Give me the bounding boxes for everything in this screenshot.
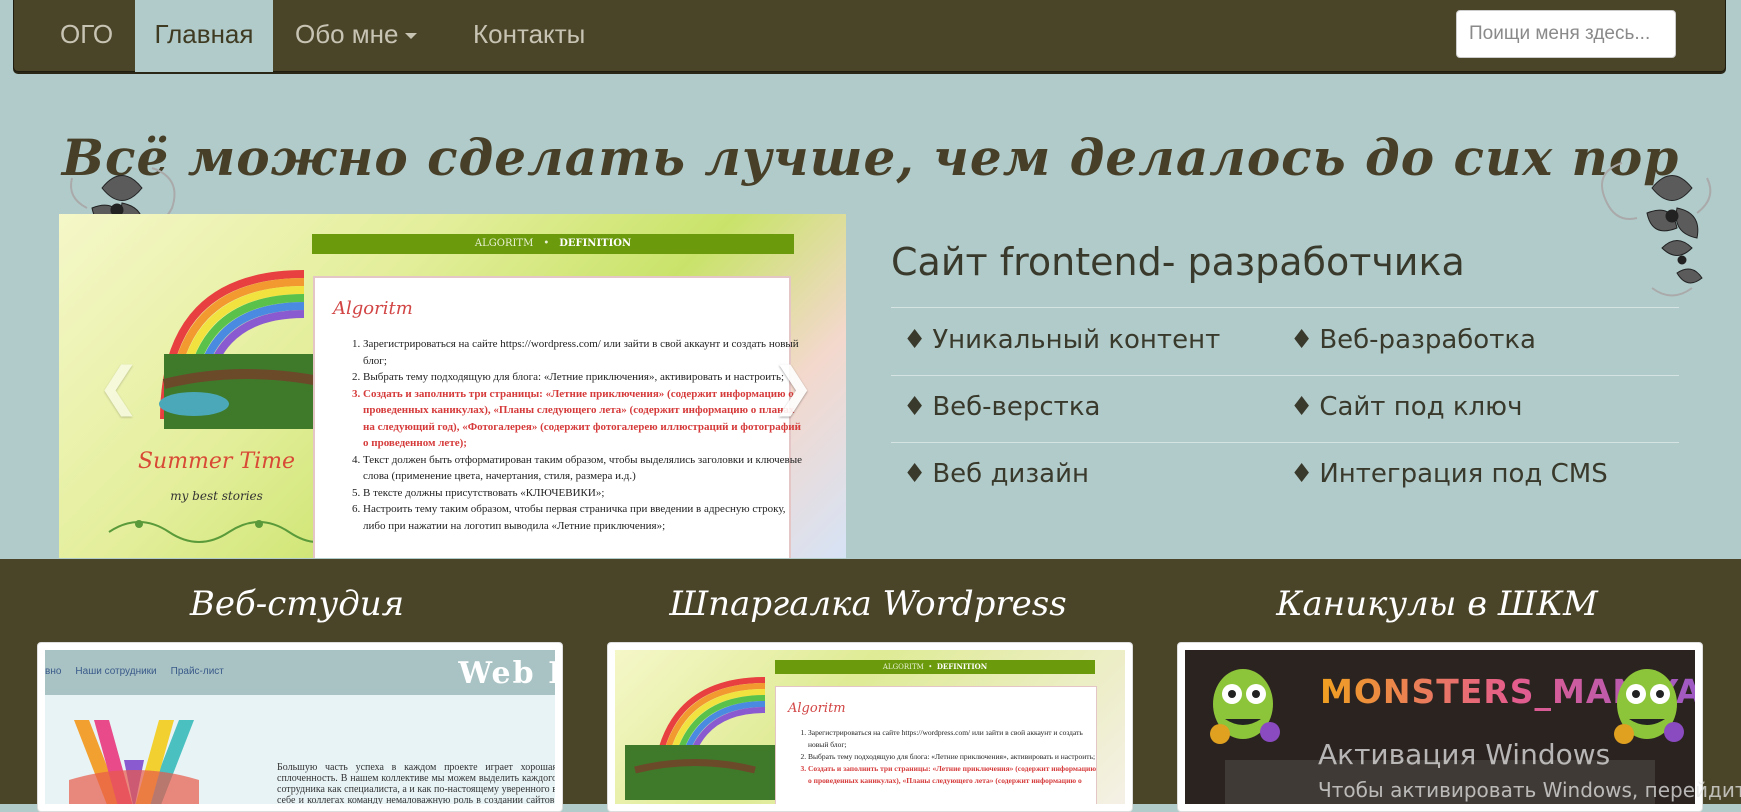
divider	[891, 375, 1679, 376]
monster-icon	[1614, 669, 1684, 744]
rainbow-illustration	[625, 677, 775, 800]
divider	[891, 307, 1679, 308]
monster-icon	[1210, 669, 1280, 744]
portfolio-card-web-studio[interactable]: вно Наши сотрудники Прайс-лист Web R Больш…	[37, 642, 563, 812]
list-item: Зарегистрироваться на сайте https://word…	[363, 336, 803, 369]
diamond-icon: ♦	[903, 325, 927, 355]
list-item: Текст должен быть отформатирован таким о…	[363, 452, 803, 485]
menu-item: вно	[45, 666, 62, 677]
diamond-icon: ♦	[1290, 459, 1314, 489]
card-doc-heading: Algoritm	[788, 701, 846, 716]
card-title-web-studio[interactable]: Веб-студия	[37, 584, 557, 624]
list-item: В тексте должны присутствовать «КЛЮЧЕВИК…	[363, 485, 803, 502]
feature-label: Веб дизайн	[932, 459, 1089, 489]
feature-label: Веб-верстка	[932, 392, 1101, 422]
feature-item: ♦ Интеграция под CMS	[1290, 459, 1608, 489]
feature-item: ♦ Сайт под ключ	[1290, 392, 1522, 422]
diamond-icon: ♦	[1290, 325, 1314, 355]
image-carousel[interactable]: Summer Time my best stories ALGORITM • DEF…	[59, 214, 846, 558]
portfolio-card-wordpress[interactable]: ALGORITM • DEFINITION Algoritm Зарегистр…	[607, 642, 1133, 812]
card-title-shkm[interactable]: Каникулы в ШКМ	[1177, 584, 1697, 624]
nav-definition: DEFINITION	[936, 662, 988, 671]
card-text: Большую часть успеха в каждом проекте иг…	[277, 762, 555, 804]
list-item: Создать и заполнить три страницы: «Летни…	[363, 386, 803, 452]
diamond-icon: ♦	[1290, 392, 1314, 422]
colorful-logo-icon	[69, 720, 199, 804]
card-preview: ALGORITM • DEFINITION Algoritm Зарегистр…	[615, 650, 1125, 804]
feature-label: Уникальный контент	[932, 325, 1221, 355]
list-item: Зарегистрироваться на сайте https://word…	[808, 727, 1098, 751]
feature-item: ♦ Уникальный контент	[903, 325, 1220, 355]
search-input[interactable]	[1456, 10, 1676, 58]
divider	[891, 442, 1679, 443]
feature-item: ♦ Веб-разработка	[1290, 325, 1536, 355]
feature-label: Веб-разработка	[1319, 325, 1536, 355]
nav-contacts[interactable]: Контакты	[473, 0, 585, 72]
summer-time-subtitle: my best stories	[170, 489, 263, 503]
caret-down-icon	[404, 33, 417, 40]
windows-activation-text: Чтобы активировать Windows, перейдите	[1318, 778, 1741, 802]
menu-item: Наши сотрудники	[75, 666, 157, 677]
slide-nav-algoritm: ALGORITM	[474, 238, 534, 249]
card-doc-list: Зарегистрироваться на сайте https://word…	[788, 727, 1098, 787]
card-document: Algoritm Зарегистрироваться на сайте htt…	[775, 686, 1097, 804]
list-item: Выбрать тему подходящую для блога: «Летн…	[363, 369, 803, 386]
menu-item: Прайс-лист	[170, 666, 224, 677]
nav-about-label: Обо мне	[295, 19, 399, 49]
feature-item: ♦ Веб дизайн	[903, 459, 1089, 489]
card-menu: вно Наши сотрудники Прайс-лист	[45, 666, 238, 677]
nav-home[interactable]: Главная	[135, 0, 273, 72]
list-item: Настроить тему таким образом, чтобы перв…	[363, 501, 803, 534]
slide-doc-list: Зарегистрироваться на сайте https://word…	[333, 336, 803, 534]
feature-label: Сайт под ключ	[1319, 392, 1523, 422]
slide-nav-definition: DEFINITION	[559, 238, 632, 249]
nav-algoritm: ALGORITM	[882, 663, 924, 671]
nav-about-dropdown[interactable]: Обо мне	[295, 0, 417, 72]
card-title-wordpress[interactable]: Шпаргалка Wordpress	[608, 584, 1128, 624]
card-brand: Web R	[458, 656, 555, 691]
site-title: Сайт frontend- разработчика	[891, 240, 1465, 284]
list-item: Создать и заполнить три страницы: «Летни…	[808, 763, 1098, 787]
slide-navbar: ALGORITM • DEFINITION	[312, 234, 794, 254]
diamond-icon: ♦	[903, 392, 927, 422]
hero-title: Всё можно сделать лучше, чем делалось до…	[61, 128, 1680, 187]
carousel-next-icon[interactable]: ❯	[771, 357, 815, 417]
summer-time-title: Summer Time	[137, 449, 296, 474]
slide-document: Algoritm Зарегистрироваться на сайте htt…	[313, 276, 802, 558]
slide-doc-heading: Algoritm	[333, 298, 413, 319]
list-item: Выбрать тему подходящую для блога: «Летн…	[808, 751, 1098, 763]
feature-item: ♦ Веб-верстка	[903, 392, 1100, 422]
slide-navbar: ALGORITM • DEFINITION	[775, 660, 1095, 674]
nav-brand[interactable]: ОГО	[60, 0, 113, 72]
windows-activation-title: Активация Windows	[1318, 738, 1611, 771]
carousel-prev-icon[interactable]: ❮	[97, 357, 141, 417]
feature-label: Интеграция под CMS	[1319, 459, 1608, 489]
card-header: вно Наши сотрудники Прайс-лист Web R	[45, 650, 555, 695]
diamond-icon: ♦	[903, 459, 927, 489]
flower-ornament-icon	[1601, 162, 1712, 297]
vine-ornament-icon	[108, 520, 339, 543]
